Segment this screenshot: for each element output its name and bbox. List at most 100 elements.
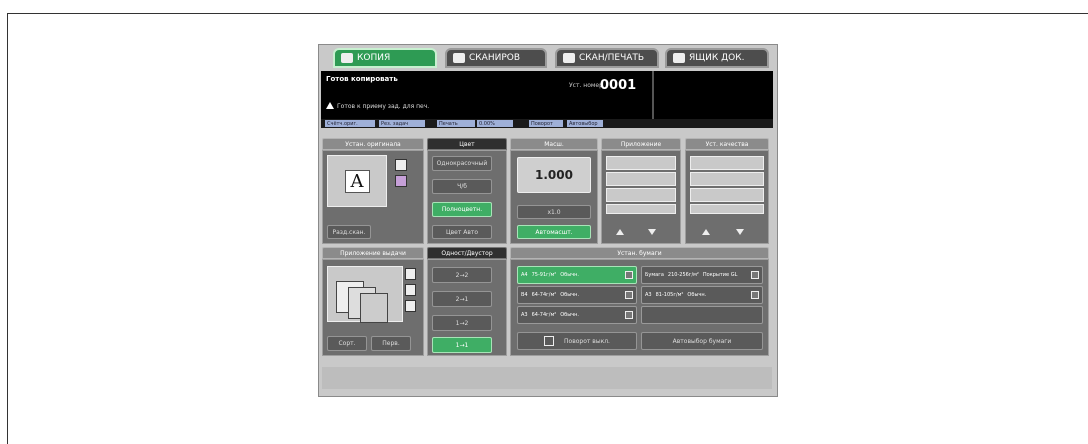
orientation-icon[interactable] — [395, 159, 407, 171]
tray-1-size: A4 — [521, 272, 528, 278]
sort-button[interactable]: Сорт. — [327, 336, 367, 351]
message-strip — [322, 367, 772, 389]
tab-scan-print-label: СКАН/ПЕЧАТЬ — [579, 53, 645, 63]
application-panel — [601, 150, 681, 244]
auto-zoom-button[interactable]: Автомасшт. — [517, 225, 591, 239]
tray-4-label: Бумага — [645, 272, 664, 278]
quality-slot[interactable] — [690, 156, 764, 170]
machine-status: Готов копировать — [326, 75, 398, 83]
original-preview-letter: A — [344, 169, 370, 193]
output-panel: Сорт. Перв. — [322, 259, 424, 356]
tab-box[interactable]: ЯЩИК ДОК. — [665, 48, 769, 68]
duplex-1-1-button[interactable]: 1→1 — [432, 337, 492, 353]
quality-header[interactable]: Уст. качества — [685, 138, 769, 150]
scroll-up-icon[interactable] — [702, 229, 710, 235]
box-icon — [673, 53, 685, 63]
printer-icon — [563, 53, 575, 63]
checkbox-icon — [625, 291, 633, 299]
tab-copy[interactable]: КОПИЯ — [333, 48, 437, 68]
color-panel: Однокрасочный Ч/б Полноцветн. Цвет Авто — [427, 150, 507, 244]
checkbox-icon — [751, 271, 759, 279]
auto-color-button[interactable]: Цвет Авто — [432, 225, 492, 239]
warning-icon — [326, 102, 334, 109]
status-bar: Счётч.ориг. Рез. задач Печать 0.00% Пово… — [321, 119, 773, 128]
duplex-header[interactable]: Одност/Двустор — [427, 247, 507, 259]
tray-5-weight: 81-105г/м² — [655, 292, 684, 298]
checkbox-icon — [625, 271, 633, 279]
job-status: Готов к приему зад. для печ. — [337, 103, 430, 110]
paper-tray-5[interactable]: A3 81-105г/м² Обычн. — [641, 286, 763, 304]
application-slot[interactable] — [606, 156, 676, 170]
zoom-x1-button[interactable]: x1.0 — [517, 205, 591, 219]
tab-scan-label: СКАНИРОВ — [469, 53, 521, 63]
message-area: Готов копировать Уст. номер 0001 Готов к… — [321, 71, 773, 119]
first-button[interactable]: Перв. — [371, 336, 411, 351]
paper-tray-2[interactable]: B4 64-74г/м² Обычн. — [517, 286, 637, 304]
duplex-2-1-button[interactable]: 2→1 — [432, 291, 492, 307]
single-color-button[interactable]: Однокрасочный — [432, 156, 492, 171]
duplex-1-2-button[interactable]: 1→2 — [432, 315, 492, 331]
tray-4-type: Покрытие GL — [702, 272, 738, 278]
scroll-down-icon[interactable] — [648, 229, 656, 235]
output-header[interactable]: Приложение выдачи — [322, 247, 424, 259]
separate-scan-button[interactable]: Разд.скан. — [327, 225, 371, 239]
progress-chip: 0.00% — [477, 120, 513, 127]
full-color-button[interactable]: Полноцветн. — [432, 202, 492, 217]
tray-3-weight: 64-74г/м² — [531, 312, 557, 318]
tab-scan-print[interactable]: СКАН/ПЕЧАТЬ — [555, 48, 659, 68]
punch-icon[interactable] — [405, 284, 416, 296]
quality-slot[interactable] — [690, 204, 764, 214]
paper-tray-1[interactable]: A4 75-91г/м² Обычн. — [517, 266, 637, 284]
zoom-value[interactable]: 1.000 — [517, 157, 591, 193]
zoom-header[interactable]: Масш. — [510, 138, 598, 150]
paper-panel: A4 75-91г/м² Обычн. B4 64-74г/м² Обычн. … — [510, 259, 769, 356]
bw-button[interactable]: Ч/б — [432, 179, 492, 194]
paper-tray-3[interactable]: A3 64-74г/м² Обычн. — [517, 306, 637, 324]
color-header[interactable]: Цвет — [427, 138, 507, 150]
tray-3-size: A3 — [521, 312, 528, 318]
application-slot[interactable] — [606, 172, 676, 186]
print-chip[interactable]: Печать — [437, 120, 475, 127]
duplex-panel: 2→2 2→1 1→2 1→1 — [427, 259, 507, 356]
checkbox-icon — [751, 291, 759, 299]
original-settings-header[interactable]: Устан. оригинала — [322, 138, 424, 150]
tab-scan[interactable]: СКАНИРОВ — [445, 48, 547, 68]
application-slot[interactable] — [606, 188, 676, 202]
scroll-up-icon[interactable] — [616, 229, 624, 235]
fold-icon[interactable] — [405, 300, 416, 312]
rotate-off-button[interactable]: Поворот выкл. — [517, 332, 637, 350]
auto-chip[interactable]: Автовыбор — [567, 120, 603, 127]
color-original-icon[interactable] — [395, 175, 407, 187]
scan-icon — [453, 53, 465, 63]
header-divider — [652, 71, 654, 119]
quality-panel — [685, 150, 769, 244]
quality-slot[interactable] — [690, 172, 764, 186]
tray-2-size: B4 — [521, 292, 528, 298]
tray-1-weight: 75-91г/м² — [531, 272, 557, 278]
tray-4-weight: 210-256г/м² — [667, 272, 699, 278]
finishing-preview — [327, 266, 403, 323]
tab-copy-label: КОПИЯ — [357, 53, 391, 63]
tab-box-label: ЯЩИК ДОК. — [689, 53, 745, 63]
tray-5-type: Обычн. — [687, 292, 707, 298]
tray-1-type: Обычн. — [560, 272, 580, 278]
jobs-chip[interactable]: Рез. задач — [379, 120, 425, 127]
copier-touch-panel: КОПИЯ СКАНИРОВ СКАН/ПЕЧАТЬ ЯЩИК ДОК. Гот… — [318, 44, 778, 397]
staple-icon[interactable] — [405, 268, 416, 280]
tray-2-type: Обычн. — [560, 292, 580, 298]
original-count-chip[interactable]: Счётч.ориг. — [325, 120, 375, 127]
quality-slot[interactable] — [690, 188, 764, 202]
tray-2-weight: 64-74г/м² — [531, 292, 557, 298]
duplex-2-2-button[interactable]: 2→2 — [432, 267, 492, 283]
checkbox-icon — [625, 311, 633, 319]
auto-paper-button[interactable]: Автовыбор бумаги — [641, 332, 763, 350]
set-number-value: 0001 — [600, 78, 637, 93]
application-slot[interactable] — [606, 204, 676, 214]
paper-header[interactable]: Устан. бумаги — [510, 247, 769, 259]
rotate-off-label: Поворот выкл. — [564, 337, 610, 345]
rotate-chip[interactable]: Поворот — [529, 120, 563, 127]
scroll-down-icon[interactable] — [736, 229, 744, 235]
paper-tray-empty[interactable] — [641, 306, 763, 324]
application-header[interactable]: Приложение — [601, 138, 681, 150]
paper-tray-4[interactable]: Бумага 210-256г/м² Покрытие GL — [641, 266, 763, 284]
